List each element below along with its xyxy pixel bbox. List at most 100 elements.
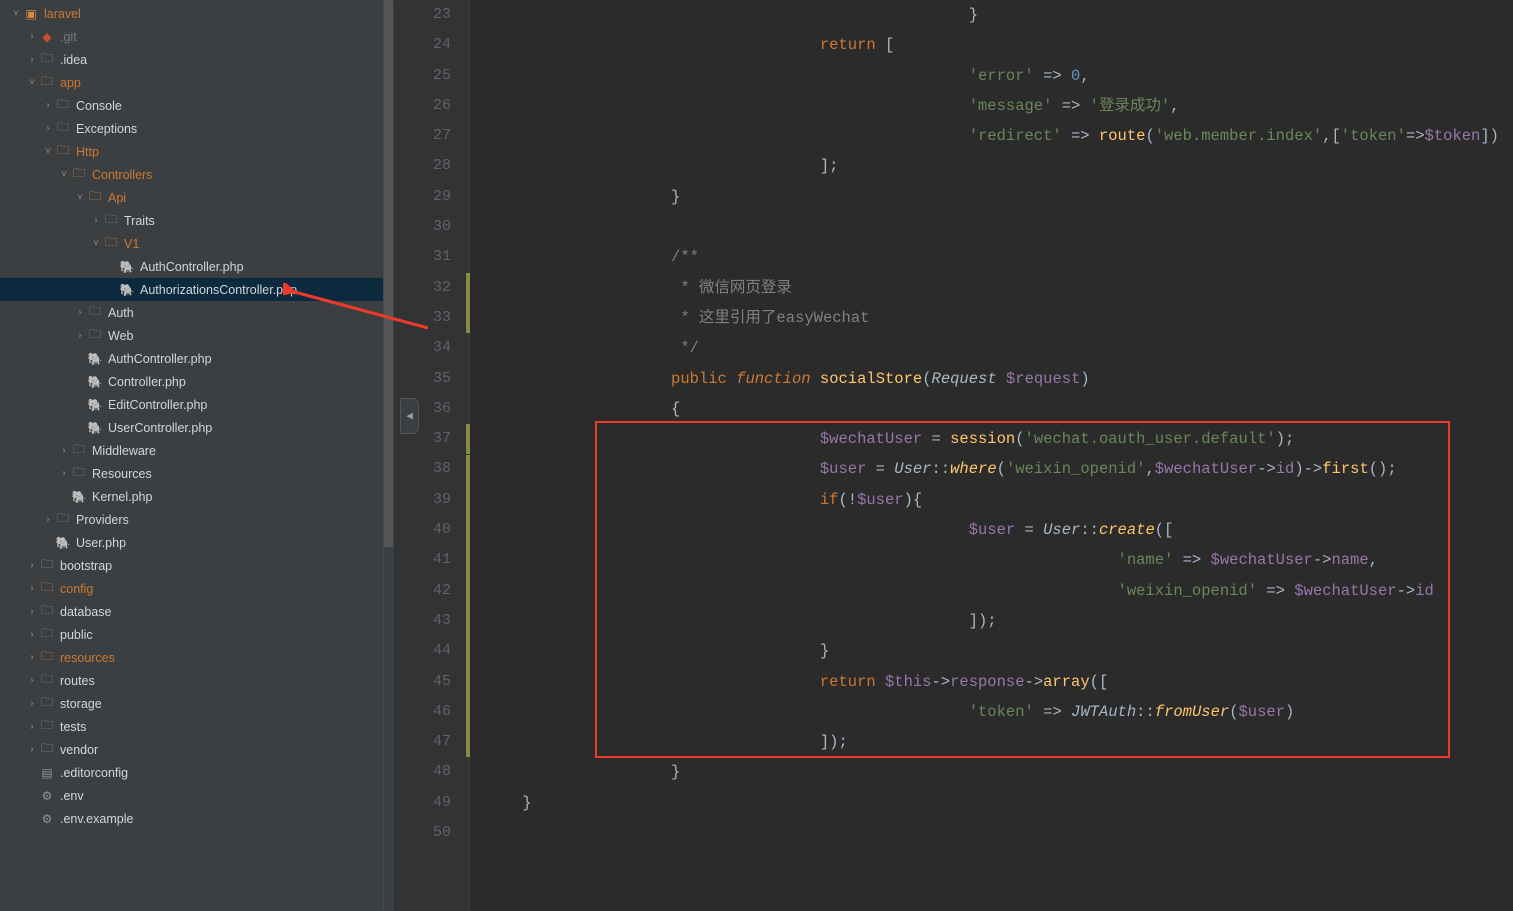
tree-item-laravel[interactable]: ˅▣laravel xyxy=(0,2,394,25)
code-line-42[interactable]: 'weixin_openid' => $wechatUser->id xyxy=(485,576,1513,606)
scrollbar-thumb[interactable] xyxy=(384,0,393,547)
tree-item-exceptions[interactable]: ›🗀Exceptions xyxy=(0,117,394,140)
code-line-33[interactable]: * 这里引用了easyWechat xyxy=(485,303,1513,333)
tree-item-authcontroller-php[interactable]: 🐘AuthController.php xyxy=(0,255,394,278)
code-editor[interactable]: 2324252627282930313233343536373839404142… xyxy=(395,0,1513,911)
tree-item-v1[interactable]: ˅🗀V1 xyxy=(0,232,394,255)
tree-item--env-example[interactable]: ⚙.env.example xyxy=(0,807,394,830)
tree-item-usercontroller-php[interactable]: 🐘UserController.php xyxy=(0,416,394,439)
code-line-40[interactable]: $user = User::create([ xyxy=(485,515,1513,545)
tree-arrow-icon[interactable]: ˅ xyxy=(74,192,86,203)
sidebar-collapse-handle[interactable]: ◀ xyxy=(400,398,419,434)
tree-item-kernel-php[interactable]: 🐘Kernel.php xyxy=(0,485,394,508)
tree-item-public[interactable]: ›🗀public xyxy=(0,623,394,646)
tree-arrow-icon[interactable]: › xyxy=(42,100,54,111)
tree-item-api[interactable]: ˅🗀Api xyxy=(0,186,394,209)
code-line-43[interactable]: ]); xyxy=(485,606,1513,636)
code-line-28[interactable]: ]; xyxy=(485,151,1513,181)
line-number: 34 xyxy=(395,333,451,363)
code-line-41[interactable]: 'name' => $wechatUser->name, xyxy=(485,545,1513,575)
tree-item-app[interactable]: ˅🗀app xyxy=(0,71,394,94)
tree-item-console[interactable]: ›🗀Console xyxy=(0,94,394,117)
tree-arrow-icon[interactable]: › xyxy=(26,54,38,65)
tree-item-routes[interactable]: ›🗀routes xyxy=(0,669,394,692)
code-line-24[interactable]: return [ xyxy=(485,30,1513,60)
tree-item-database[interactable]: ›🗀database xyxy=(0,600,394,623)
code-line-44[interactable]: } xyxy=(485,636,1513,666)
tree-item-resources[interactable]: ›🗀resources xyxy=(0,646,394,669)
code-line-47[interactable]: ]); xyxy=(485,727,1513,757)
tree-arrow-icon[interactable]: ˅ xyxy=(10,8,22,19)
tree-item-editcontroller-php[interactable]: 🐘EditController.php xyxy=(0,393,394,416)
tree-item-traits[interactable]: ›🗀Traits xyxy=(0,209,394,232)
code-line-26[interactable]: 'message' => '登录成功', xyxy=(485,91,1513,121)
sidebar-scrollbar[interactable] xyxy=(383,0,394,911)
tree-arrow-icon[interactable]: ˅ xyxy=(26,77,38,88)
tree-arrow-icon[interactable]: › xyxy=(26,606,38,617)
code-line-37[interactable]: $wechatUser = session('wechat.oauth_user… xyxy=(485,424,1513,454)
tree-item-http[interactable]: ˅🗀Http xyxy=(0,140,394,163)
tree-item-auth[interactable]: ›🗀Auth xyxy=(0,301,394,324)
tree-arrow-icon[interactable]: › xyxy=(26,31,38,42)
tree-arrow-icon[interactable]: › xyxy=(42,514,54,525)
tree-item-tests[interactable]: ›🗀tests xyxy=(0,715,394,738)
code-line-36[interactable]: { xyxy=(485,394,1513,424)
tree-arrow-icon[interactable]: › xyxy=(26,629,38,640)
tree-arrow-icon[interactable]: › xyxy=(74,330,86,341)
tree-item-config[interactable]: ›🗀config xyxy=(0,577,394,600)
tree-arrow-icon[interactable]: › xyxy=(26,721,38,732)
tree-item--editorconfig[interactable]: ▤.editorconfig xyxy=(0,761,394,784)
tree-arrow-icon[interactable]: › xyxy=(74,307,86,318)
tree-arrow-icon[interactable]: › xyxy=(42,123,54,134)
tree-item-controllers[interactable]: ˅🗀Controllers xyxy=(0,163,394,186)
code-line-48[interactable]: } xyxy=(485,757,1513,787)
tree-item--env[interactable]: ⚙.env xyxy=(0,784,394,807)
tree-item-authorizationscontroller-php[interactable]: 🐘AuthorizationsController.php xyxy=(0,278,394,301)
tree-arrow-icon[interactable]: › xyxy=(26,560,38,571)
tree-arrow-icon[interactable]: ˅ xyxy=(90,238,102,249)
tree-item-middleware[interactable]: ›🗀Middleware xyxy=(0,439,394,462)
code-line-45[interactable]: return $this->response->array([ xyxy=(485,667,1513,697)
tree-arrow-icon[interactable]: › xyxy=(58,468,70,479)
tree-arrow-icon[interactable]: ˅ xyxy=(42,146,54,157)
tree-item-providers[interactable]: ›🗀Providers xyxy=(0,508,394,531)
code-line-34[interactable]: */ xyxy=(485,333,1513,363)
tree-item-authcontroller-php[interactable]: 🐘AuthController.php xyxy=(0,347,394,370)
tree-item-vendor[interactable]: ›🗀vendor xyxy=(0,738,394,761)
tree-item-user-php[interactable]: 🐘User.php xyxy=(0,531,394,554)
tree-item--git[interactable]: ›◆.git xyxy=(0,25,394,48)
code-line-50[interactable] xyxy=(485,818,1513,848)
tree-item-controller-php[interactable]: 🐘Controller.php xyxy=(0,370,394,393)
tree-item-web[interactable]: ›🗀Web xyxy=(0,324,394,347)
tree-arrow-icon[interactable]: › xyxy=(58,445,70,456)
tree-arrow-icon[interactable]: › xyxy=(26,675,38,686)
code-line-46[interactable]: 'token' => JWTAuth::fromUser($user) xyxy=(485,697,1513,727)
code-line-39[interactable]: if(!$user){ xyxy=(485,485,1513,515)
tree-label: Exceptions xyxy=(76,122,137,136)
tree-arrow-icon[interactable]: › xyxy=(26,744,38,755)
code-line-38[interactable]: $user = User::where('weixin_openid',$wec… xyxy=(485,454,1513,484)
tree-item-bootstrap[interactable]: ›🗀bootstrap xyxy=(0,554,394,577)
tree-label: routes xyxy=(60,674,95,688)
code-line-49[interactable]: } xyxy=(485,788,1513,818)
code-line-31[interactable]: /** xyxy=(485,242,1513,272)
tree-item-resources[interactable]: ›🗀Resources xyxy=(0,462,394,485)
project-tree[interactable]: ˅▣laravel›◆.git›🗀.idea˅🗀app›🗀Console›🗀Ex… xyxy=(0,0,395,911)
code-line-25[interactable]: 'error' => 0, xyxy=(485,61,1513,91)
tree-item-storage[interactable]: ›🗀storage xyxy=(0,692,394,715)
tree-arrow-icon[interactable]: › xyxy=(90,215,102,226)
tree-arrow-icon[interactable]: › xyxy=(26,583,38,594)
tree-item--idea[interactable]: ›🗀.idea xyxy=(0,48,394,71)
code-area[interactable]: } return [ 'error' => 0, 'message' => '登… xyxy=(470,0,1513,911)
folder-icon: 🗀 xyxy=(38,695,56,713)
code-line-29[interactable]: } xyxy=(485,182,1513,212)
code-line-23[interactable]: } xyxy=(485,0,1513,30)
code-line-30[interactable] xyxy=(485,212,1513,242)
code-line-27[interactable]: 'redirect' => route('web.member.index',[… xyxy=(485,121,1513,151)
tree-arrow-icon[interactable]: › xyxy=(26,698,38,709)
code-line-35[interactable]: public function socialStore(Request $req… xyxy=(485,364,1513,394)
tree-arrow-icon[interactable]: ˅ xyxy=(58,169,70,180)
tree-arrow-icon[interactable]: › xyxy=(26,652,38,663)
line-number: 40 xyxy=(395,515,451,545)
code-line-32[interactable]: * 微信网页登录 xyxy=(485,273,1513,303)
